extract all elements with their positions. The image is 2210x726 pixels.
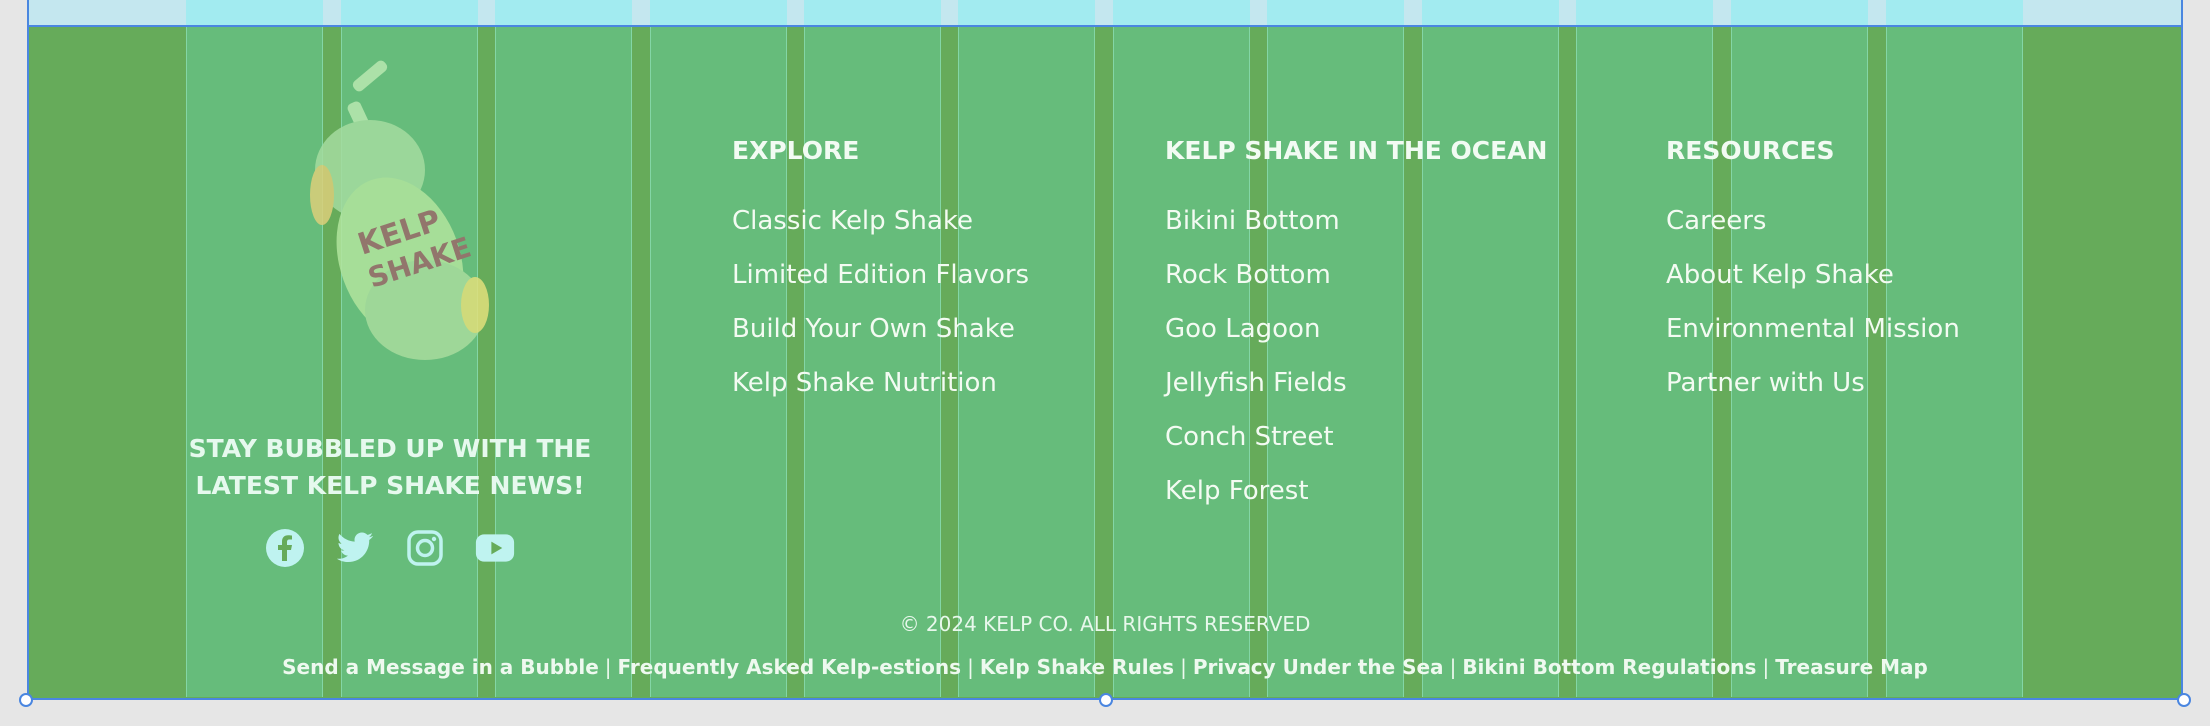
newsletter-tagline: STAY BUBBLED UP WITH THE LATEST KELP SHA… (188, 434, 592, 500)
resources-link[interactable]: Partner with Us (1666, 368, 1960, 422)
grid-column-top (804, 0, 941, 25)
legal-link[interactable]: Bikini Bottom Regulations (1462, 655, 1756, 679)
ocean-links: Bikini Bottom Rock Bottom Goo Lagoon Jel… (1165, 206, 1347, 530)
resize-handle-bottom-center[interactable] (1099, 693, 1113, 707)
grid-column-top (1731, 0, 1868, 25)
resources-link[interactable]: Careers (1666, 206, 1960, 260)
ocean-link[interactable]: Kelp Forest (1165, 476, 1347, 530)
grid-column-top (1267, 0, 1404, 25)
separator: | (1762, 655, 1770, 679)
resources-link[interactable]: Environmental Mission (1666, 314, 1960, 368)
grid-column-top (958, 0, 1095, 25)
separator: | (1449, 655, 1457, 679)
ocean-link[interactable]: Jellyfish Fields (1165, 368, 1347, 422)
separator: | (604, 655, 612, 679)
separator: | (1180, 655, 1187, 679)
explore-links: Classic Kelp Shake Limited Edition Flavo… (732, 206, 1029, 422)
legal-link[interactable]: Frequently Asked Kelp-estions (618, 655, 962, 679)
resources-link[interactable]: About Kelp Shake (1666, 260, 1960, 314)
legal-link[interactable]: Kelp Shake Rules (980, 655, 1174, 679)
ocean-link[interactable]: Bikini Bottom (1165, 206, 1347, 260)
grid-column (1422, 27, 1559, 697)
legal-link[interactable]: Send a Message in a Bubble (282, 655, 599, 679)
resources-links: Careers About Kelp Shake Environmental M… (1666, 206, 1960, 422)
ocean-link[interactable]: Conch Street (1165, 422, 1347, 476)
grid-column-top (650, 0, 787, 25)
facebook-icon[interactable] (265, 528, 305, 568)
grid-column-top (1886, 0, 2023, 25)
ocean-link[interactable]: Goo Lagoon (1165, 314, 1347, 368)
ocean-heading: KELP SHAKE IN THE OCEAN (1165, 136, 1548, 165)
resources-heading: RESOURCES (1666, 136, 1835, 165)
grid-column-top (1113, 0, 1250, 25)
grid-column-top (495, 0, 632, 25)
explore-link[interactable]: Limited Edition Flavors (732, 260, 1029, 314)
resize-handle-bottom-right[interactable] (2177, 693, 2191, 707)
legal-link[interactable]: Privacy Under the Sea (1193, 655, 1444, 679)
separator: | (967, 655, 974, 679)
social-links (265, 528, 515, 568)
explore-link[interactable]: Classic Kelp Shake (732, 206, 1029, 260)
explore-link[interactable]: Build Your Own Shake (732, 314, 1029, 368)
youtube-icon[interactable] (475, 528, 515, 568)
grid-column-top (186, 0, 323, 25)
grid-column-top (1422, 0, 1559, 25)
grid-column-top (1576, 0, 1713, 25)
legal-links: Send a Message in a Bubble | Frequently As… (0, 655, 2210, 679)
explore-heading: EXPLORE (732, 136, 860, 165)
copyright: © 2024 KELP CO. ALL RIGHTS RESERVED (899, 612, 1311, 636)
twitter-icon[interactable] (335, 528, 375, 568)
kelp-shake-logo: KELP SHAKE (310, 60, 489, 360)
instagram-icon[interactable] (405, 528, 445, 568)
explore-link[interactable]: Kelp Shake Nutrition (732, 368, 1029, 422)
legal-link[interactable]: Treasure Map (1775, 655, 1928, 679)
resize-handle-bottom-left[interactable] (19, 693, 33, 707)
ocean-link[interactable]: Rock Bottom (1165, 260, 1347, 314)
grid-column-top (341, 0, 478, 25)
